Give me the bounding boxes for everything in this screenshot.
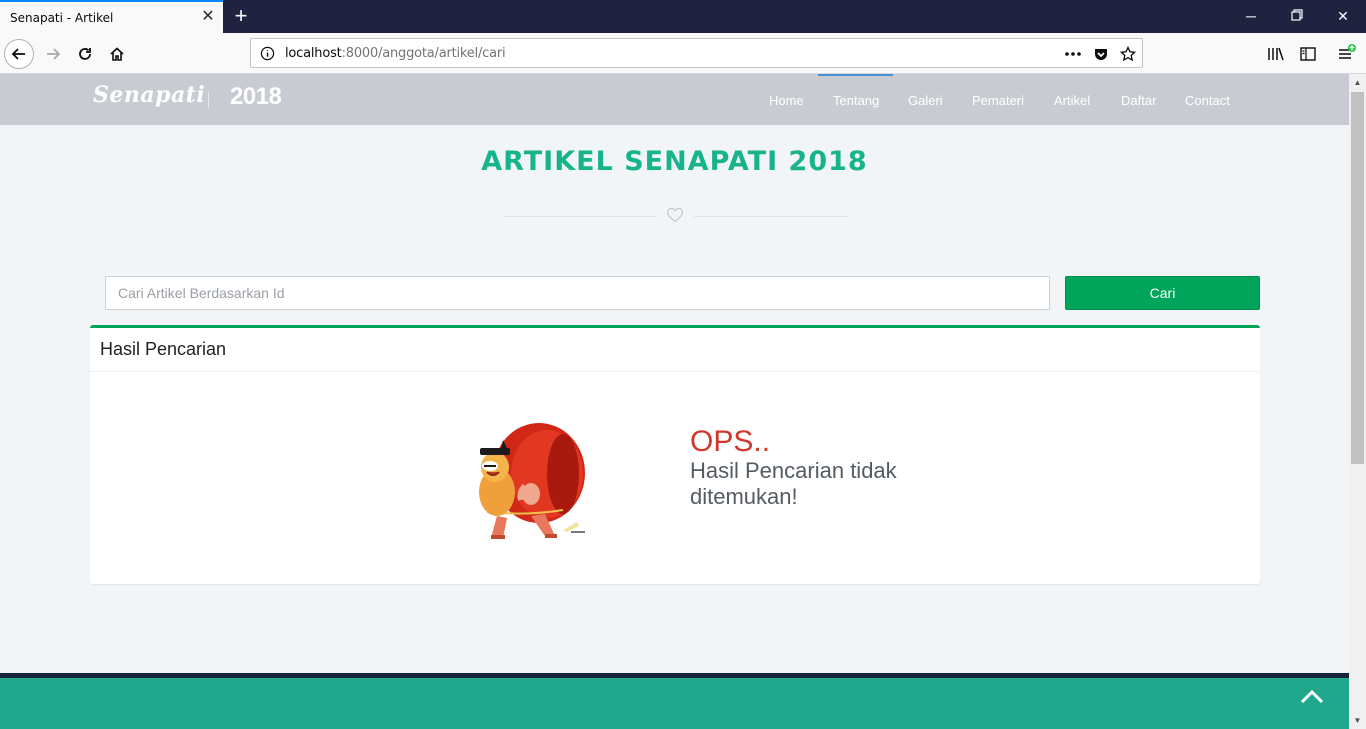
results-panel-title: Hasil Pencarian <box>100 339 227 359</box>
home-button[interactable] <box>102 39 132 69</box>
nav-active-indicator <box>818 74 893 76</box>
logo-divider <box>208 92 209 108</box>
results-panel-heading: Hasil Pencarian <box>90 328 1260 372</box>
new-tab-icon[interactable]: + <box>230 4 252 28</box>
nav-contact[interactable]: Contact <box>1185 93 1230 108</box>
reload-icon <box>79 48 91 60</box>
site-info-icon[interactable] <box>260 46 275 66</box>
browser-tab[interactable]: Senapati - Artikel ✕ <box>0 0 223 33</box>
library-icon[interactable] <box>1265 43 1287 65</box>
browser-toolbar: localhost:8000/anggota/artikel/cari <box>0 33 1366 74</box>
restore-icon[interactable] <box>1286 6 1308 26</box>
tab-title: Senapati - Artikel <box>10 11 114 25</box>
forward-button[interactable] <box>38 39 68 69</box>
search-input[interactable] <box>105 276 1050 310</box>
nav-tentang[interactable]: Tentang <box>833 93 879 108</box>
page-title: ARTIKEL SENAPATI 2018 <box>481 146 868 177</box>
title-divider-right <box>694 216 848 217</box>
sidebar-icon[interactable] <box>1297 43 1319 65</box>
pocket-icon[interactable] <box>1091 44 1111 64</box>
empty-result-illustration <box>479 423 585 539</box>
nav-galeri[interactable]: Galeri <box>908 93 943 108</box>
empty-result-message: Hasil Pencarian tidak ditemukan! <box>690 458 897 509</box>
site-header: Senapati 2018 Home Tentang Galeri Pemate… <box>0 74 1349 125</box>
scrollbar-thumb[interactable] <box>1351 92 1364 464</box>
browser-tab-bar: Senapati - Artikel ✕ + ─ ✕ <box>0 0 1366 33</box>
page-actions-icon[interactable] <box>1063 44 1083 64</box>
window-close-icon[interactable]: ✕ <box>1332 6 1354 26</box>
heart-icon <box>666 207 684 223</box>
empty-result-title: OPS.. <box>690 425 771 458</box>
site-footer <box>0 678 1349 729</box>
address-bar[interactable]: localhost:8000/anggota/artikel/cari <box>250 38 1143 68</box>
scroll-to-top-icon[interactable] <box>1298 686 1326 706</box>
menu-icon[interactable] <box>1336 43 1358 65</box>
bookmark-star-icon[interactable] <box>1118 44 1138 64</box>
scroll-up-arrow-icon[interactable]: ▲ <box>1349 74 1366 91</box>
title-divider-left <box>504 216 656 217</box>
page-viewport: Senapati 2018 Home Tentang Galeri Pemate… <box>0 74 1349 729</box>
home-icon <box>110 47 124 61</box>
scroll-down-arrow-icon[interactable]: ▼ <box>1349 712 1366 729</box>
reload-button[interactable] <box>70 39 100 69</box>
page-scrollbar[interactable]: ▲ ▼ <box>1349 74 1366 729</box>
results-panel: Hasil Pencarian OPS.. Hasil Pencarian ti… <box>90 325 1260 584</box>
url-text[interactable]: localhost:8000/anggota/artikel/cari <box>285 46 506 61</box>
forward-arrow-icon <box>47 48 61 60</box>
minimize-icon[interactable]: ─ <box>1240 6 1262 26</box>
nav-daftar[interactable]: Daftar <box>1121 93 1156 108</box>
tab-close-icon[interactable]: ✕ <box>199 8 217 26</box>
nav-artikel[interactable]: Artikel <box>1054 93 1090 108</box>
nav-home[interactable]: Home <box>769 93 804 108</box>
site-logo[interactable]: Senapati <box>93 82 205 108</box>
search-button[interactable]: Cari <box>1065 276 1260 310</box>
back-button[interactable] <box>4 39 34 69</box>
site-logo-year: 2018 <box>230 83 282 110</box>
nav-pemateri[interactable]: Pemateri <box>972 93 1024 108</box>
back-arrow-icon <box>11 48 25 60</box>
